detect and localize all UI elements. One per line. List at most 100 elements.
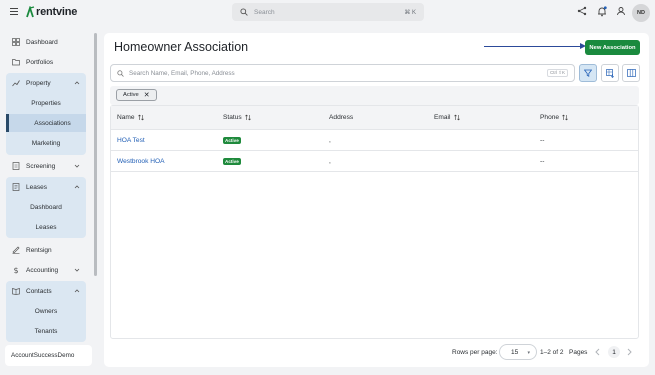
spreadsheet-download-icon: [605, 68, 614, 78]
column-label: Address: [329, 114, 354, 121]
close-icon[interactable]: ✕: [144, 91, 150, 99]
dollar-icon: $: [14, 266, 19, 274]
phone-cell: --: [540, 137, 545, 144]
global-search-input[interactable]: Search ⌘ K: [232, 3, 424, 21]
rows-per-page-value: 15: [511, 348, 519, 356]
filter-chip-active[interactable]: Active ✕: [116, 89, 157, 101]
table-header: Name Status Address Email Phone: [111, 106, 638, 130]
chevron-up-icon: [74, 289, 80, 293]
associations-table: Name Status Address Email Phone HOA Test…: [110, 105, 639, 339]
columns-icon: [626, 69, 636, 77]
folder-icon: [12, 59, 20, 66]
sidebar-item-portfolios[interactable]: Portfolios: [6, 54, 86, 70]
menu-icon[interactable]: [10, 8, 18, 16]
sparkle-share-icon[interactable]: [577, 6, 587, 16]
user-avatar[interactable]: ND: [632, 4, 650, 22]
table-row[interactable]: Westbrook HOA Active , --: [111, 151, 638, 172]
filter-icon: [584, 69, 592, 77]
bell-icon[interactable]: [597, 6, 607, 17]
status-badge: Active: [223, 137, 241, 144]
brand-logo[interactable]: rentvine: [25, 5, 77, 19]
sidebar-item-label: Contacts: [26, 287, 52, 295]
chart-icon: [12, 80, 20, 87]
column-header-phone[interactable]: Phone: [540, 114, 568, 121]
chevron-down-icon: ▾: [527, 350, 530, 356]
annotation-arrow-line: [484, 46, 584, 47]
sidebar-item-label: Dashboard: [26, 38, 58, 46]
sidebar-item-accounting[interactable]: $ Accounting: [6, 262, 86, 278]
pagination-range: 1–2 of 2: [540, 349, 564, 356]
chevron-down-icon: [74, 268, 80, 272]
column-header-email[interactable]: Email: [434, 114, 460, 121]
top-bar: rentvine Search ⌘ K ND: [0, 0, 655, 25]
page-title: Homeowner Association: [114, 40, 249, 54]
lease-document-icon: [12, 183, 20, 191]
address-book-icon: [12, 288, 20, 295]
column-header-address: Address: [329, 114, 353, 121]
sidebar-item-label: Portfolios: [26, 58, 54, 66]
column-header-status[interactable]: Status: [223, 114, 251, 121]
sidebar-item-leases-list[interactable]: Leases: [6, 218, 86, 236]
column-label: Name: [117, 114, 135, 121]
sidebar-item-screening[interactable]: Screening: [6, 158, 86, 174]
chevron-left-icon[interactable]: [594, 348, 601, 356]
sidebar-item-marketing[interactable]: Marketing: [6, 134, 86, 152]
support-icon[interactable]: [616, 6, 626, 16]
signature-icon: [12, 246, 20, 254]
sidebar-item-leases[interactable]: Leases: [6, 179, 86, 195]
filter-chip-label: Active: [123, 92, 139, 98]
column-label: Status: [223, 114, 242, 121]
chevron-up-icon: [74, 185, 80, 189]
new-association-button[interactable]: New Association: [585, 40, 640, 55]
sidebar-item-properties[interactable]: Properties: [6, 94, 86, 112]
sidebar-item-label: Accounting: [26, 266, 59, 274]
address-cell: ,: [329, 158, 331, 165]
account-switcher[interactable]: AccountSuccessDemo: [5, 345, 92, 366]
dashboard-icon: [12, 38, 20, 46]
chevron-right-icon[interactable]: [626, 348, 633, 356]
page-number-current[interactable]: 1: [608, 346, 620, 358]
search-shortcut: Ctrl ⇧K: [546, 69, 568, 77]
column-header-name[interactable]: Name: [117, 114, 144, 121]
rows-per-page-select[interactable]: 15 ▾: [499, 344, 537, 360]
sort-icon: [244, 114, 251, 121]
column-label: Phone: [540, 114, 560, 121]
sidebar-item-tenants[interactable]: Tenants: [6, 322, 86, 340]
sort-icon: [453, 114, 460, 121]
rows-per-page-label: Rows per page:: [452, 349, 498, 356]
sidebar-item-contacts[interactable]: Contacts: [6, 283, 86, 299]
address-cell: ,: [329, 137, 331, 144]
sort-icon: [562, 114, 568, 121]
brand-name: rentvine: [36, 6, 78, 18]
status-badge: Active: [223, 158, 241, 165]
sidebar-scrollbar[interactable]: [94, 33, 97, 276]
sidebar-item-label: Screening: [26, 162, 56, 170]
chevron-up-icon: [74, 81, 80, 85]
sidebar-item-label: Property: [26, 79, 51, 87]
chevron-down-icon: [74, 164, 80, 168]
search-placeholder: Search: [254, 8, 275, 16]
sidebar-item-owners[interactable]: Owners: [6, 302, 86, 320]
export-button[interactable]: [601, 64, 619, 82]
association-search-input[interactable]: Search Name, Email, Phone, Address Ctrl …: [110, 64, 575, 82]
association-name-link[interactable]: HOA Test: [117, 137, 145, 144]
main-panel: Homeowner Association New Association Se…: [104, 33, 649, 367]
association-name-link[interactable]: Westbrook HOA: [117, 158, 165, 165]
sidebar-item-rentsign[interactable]: Rentsign: [6, 242, 86, 258]
phone-cell: --: [540, 158, 545, 165]
search-icon: [240, 8, 248, 16]
columns-button[interactable]: [622, 64, 640, 82]
pages-label: Pages: [569, 349, 588, 356]
search-placeholder: Search Name, Email, Phone, Address: [129, 69, 235, 77]
sidebar-item-property[interactable]: Property: [6, 75, 86, 91]
sidebar-item-dashboard[interactable]: Dashboard: [6, 34, 86, 50]
column-label: Email: [434, 114, 451, 121]
table-row[interactable]: HOA Test Active , --: [111, 130, 638, 151]
document-icon: [12, 162, 20, 170]
active-filters-bar: Active ✕: [110, 86, 639, 105]
filter-button[interactable]: [579, 64, 597, 82]
sidebar-item-associations[interactable]: Associations: [6, 114, 86, 132]
rentvine-logo-icon: [26, 6, 35, 18]
sidebar-item-leases-dashboard[interactable]: Dashboard: [6, 198, 86, 216]
svg-text:$: $: [14, 266, 19, 274]
